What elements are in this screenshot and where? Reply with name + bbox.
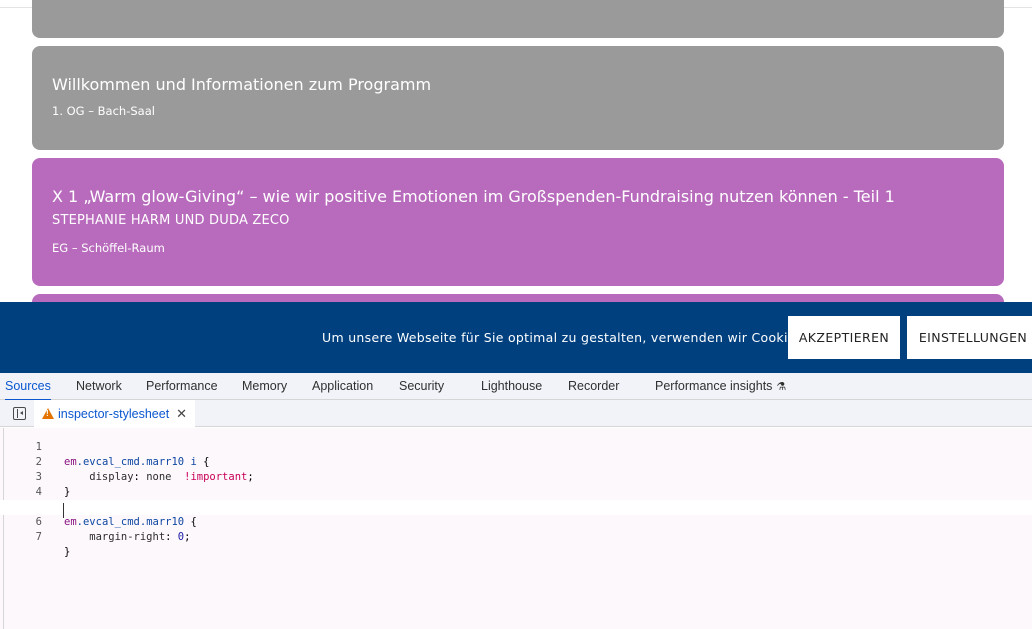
- warning-icon: [42, 408, 54, 419]
- code-line-6[interactable]: 6 margin-right: 0;: [0, 500, 1032, 543]
- tab-application[interactable]: Application: [312, 373, 373, 400]
- tab-sources[interactable]: Sources: [5, 373, 51, 401]
- token-property: margin-right: [64, 531, 166, 543]
- tab-memory[interactable]: Memory: [242, 373, 287, 400]
- code-text: }: [64, 546, 71, 558]
- cookie-settings-button[interactable]: EINSTELLUNGEN: [907, 316, 1032, 359]
- line-number: 7: [35, 531, 42, 543]
- token-punct: ;: [184, 531, 191, 543]
- code-line-3[interactable]: 3 }: [0, 455, 1032, 498]
- tab-performance-insights-label: Performance insights: [655, 379, 773, 393]
- code-text: margin-right: 0;: [64, 531, 191, 543]
- tab-network[interactable]: Network: [76, 373, 122, 400]
- event-room: 1. OG – Bach-Saal: [52, 104, 155, 118]
- file-tab-label: inspector-stylesheet: [58, 406, 170, 421]
- event-card-welcome[interactable]: Willkommen und Informationen zum Program…: [32, 46, 1004, 150]
- code-editor[interactable]: 1 em.evcal_cmd.marr10 i { 2 display: non…: [0, 428, 1032, 629]
- event-room: EG – Schöffel-Raum: [52, 241, 165, 255]
- close-icon[interactable]: ✕: [176, 406, 187, 422]
- devtools-tabbar: Sources Network Performance Memory Appli…: [0, 373, 1032, 401]
- flask-icon: ⚗: [776, 381, 787, 393]
- token-number: 0: [171, 531, 185, 543]
- code-line-2[interactable]: 2 display: none !important;: [0, 440, 1032, 483]
- event-card-warm-glow[interactable]: X 1 „Warm glow-Giving“ – wie wir positiv…: [32, 158, 1004, 286]
- event-title: Willkommen und Informationen zum Program…: [52, 75, 432, 94]
- code-line-1[interactable]: 1 em.evcal_cmd.marr10 i {: [0, 425, 1032, 468]
- code-line-4[interactable]: 4: [0, 470, 1032, 498]
- event-speakers: STEPHANIE HARM UND DUDA ZECO: [52, 213, 290, 228]
- file-tab-inspector-stylesheet[interactable]: inspector-stylesheet ✕: [34, 400, 196, 427]
- tab-performance-insights[interactable]: Performance insights ⚗: [655, 373, 786, 400]
- event-card-top[interactable]: [32, 0, 1004, 38]
- text-caret: [63, 503, 64, 518]
- event-card-next[interactable]: [32, 294, 1004, 302]
- cookie-banner: Um unsere Webseite für Sie optimal zu ge…: [0, 302, 1032, 373]
- toggle-navigator-icon[interactable]: [13, 407, 26, 420]
- tab-lighthouse[interactable]: Lighthouse: [481, 373, 542, 400]
- tab-recorder[interactable]: Recorder: [568, 373, 619, 400]
- cookie-message: Um unsere Webseite für Sie optimal zu ge…: [322, 330, 807, 345]
- tab-performance[interactable]: Performance: [146, 373, 218, 400]
- code-line-7[interactable]: 7 }: [0, 515, 1032, 558]
- tab-security[interactable]: Security: [399, 373, 444, 400]
- web-page: Willkommen und Informationen zum Program…: [0, 0, 1032, 302]
- accept-cookies-button[interactable]: AKZEPTIEREN: [788, 316, 900, 359]
- event-title: X 1 „Warm glow-Giving“ – wie wir positiv…: [52, 187, 895, 206]
- code-line-5[interactable]: 5 em.evcal_cmd.marr10 {: [0, 485, 1032, 528]
- sources-file-tabbar: inspector-stylesheet ✕: [0, 400, 1032, 427]
- devtools-panel: Sources Network Performance Memory Appli…: [0, 373, 1032, 629]
